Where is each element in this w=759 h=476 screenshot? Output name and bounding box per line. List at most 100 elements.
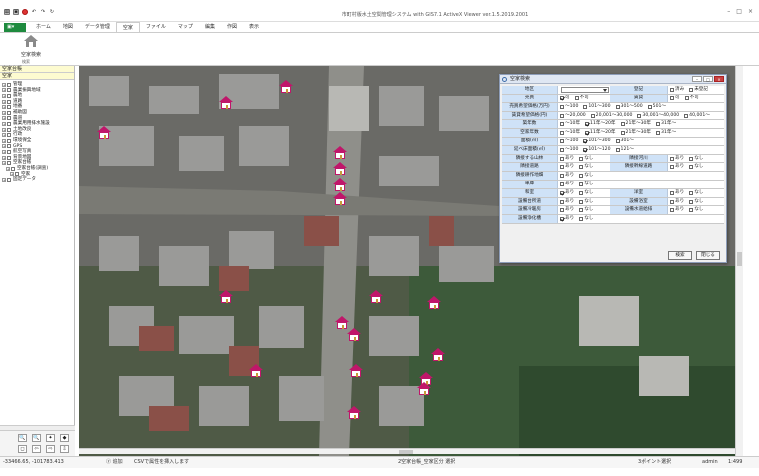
vacant-house-marker-icon[interactable] [369, 290, 383, 304]
criteria-option[interactable]: なし [689, 163, 703, 171]
option-checkbox[interactable] [670, 190, 674, 195]
vacant-house-marker-icon[interactable] [333, 146, 347, 160]
star-icon[interactable]: ✦ [46, 434, 55, 442]
criteria-option[interactable]: 済み [670, 86, 684, 94]
option-checkbox[interactable] [579, 156, 584, 161]
option-checkbox[interactable] [620, 122, 625, 127]
layer-checkbox[interactable] [7, 116, 11, 121]
criteria-option[interactable]: 可 [670, 95, 680, 103]
expand-toggle-icon[interactable]: + [2, 99, 6, 104]
layer-checkbox[interactable] [15, 172, 19, 177]
criteria-option[interactable]: あり [560, 155, 574, 163]
file-tab[interactable]: ▣▾ [4, 22, 26, 32]
expand-toggle-icon[interactable]: + [2, 110, 6, 115]
option-checkbox[interactable] [637, 113, 642, 118]
option-checkbox[interactable] [670, 96, 674, 101]
vacant-house-marker-icon[interactable] [333, 192, 347, 206]
option-checkbox[interactable] [615, 139, 620, 144]
criteria-option[interactable]: ～100 [560, 103, 578, 111]
option-checkbox[interactable] [579, 165, 584, 170]
option-checkbox[interactable] [583, 104, 588, 109]
stop-icon[interactable] [22, 9, 28, 15]
option-checkbox[interactable] [656, 130, 661, 135]
option-checkbox[interactable] [574, 96, 579, 101]
option-checkbox[interactable] [689, 199, 694, 204]
criteria-option[interactable]: 30,001～40,000 [637, 112, 679, 120]
option-checkbox[interactable] [656, 122, 661, 127]
criteria-option[interactable]: なし [689, 189, 703, 197]
redo-icon[interactable]: ↷ [40, 9, 46, 15]
option-checkbox[interactable] [579, 190, 584, 195]
undo-icon[interactable]: ↶ [31, 9, 37, 15]
option-checkbox[interactable] [560, 130, 564, 135]
option-checkbox[interactable] [560, 122, 564, 127]
option-checkbox[interactable] [579, 216, 584, 221]
option-checkbox[interactable] [560, 147, 564, 152]
layer-checkbox[interactable] [7, 99, 11, 104]
option-checkbox[interactable] [585, 130, 590, 135]
option-checkbox[interactable] [579, 208, 584, 213]
criteria-option[interactable]: あり [560, 198, 574, 206]
tab-vacant-house[interactable]: 空家 [115, 22, 140, 32]
expand-toggle-icon[interactable]: + [2, 116, 6, 121]
criteria-option[interactable]: あり [560, 189, 574, 197]
criteria-option[interactable]: あり [560, 181, 574, 189]
vacant-house-marker-icon[interactable] [417, 382, 431, 396]
option-checkbox[interactable] [689, 156, 694, 161]
vacant-house-marker-icon[interactable] [349, 364, 363, 378]
arrow-right-icon[interactable]: ⇨ [46, 445, 55, 453]
layer-checkbox[interactable] [7, 133, 11, 138]
criteria-option[interactable]: なし [579, 181, 593, 189]
criteria-option[interactable]: 101～300 [583, 138, 611, 146]
expand-toggle-icon[interactable]: + [2, 133, 6, 138]
criteria-option[interactable]: なし [579, 163, 593, 171]
criteria-option[interactable]: 可 [560, 95, 570, 103]
vacant-house-marker-icon[interactable] [279, 80, 293, 94]
option-checkbox[interactable] [579, 182, 584, 187]
criteria-option[interactable]: 不可 [684, 95, 699, 103]
layer-checkbox[interactable] [7, 88, 11, 93]
tab-map-view[interactable]: マップ [172, 22, 199, 32]
criteria-option[interactable]: 21年～30年 [620, 129, 651, 137]
option-checkbox[interactable] [620, 130, 625, 135]
option-checkbox[interactable] [670, 199, 674, 204]
tab-map[interactable]: 地図 [57, 22, 79, 32]
layer-checkbox[interactable] [7, 177, 11, 182]
criteria-option[interactable]: 101～300 [583, 103, 611, 111]
criteria-option[interactable]: 21年～30年 [620, 120, 651, 128]
map-horizontal-scrollbar[interactable] [79, 448, 735, 454]
expand-toggle-icon[interactable]: + [2, 144, 6, 149]
vacant-house-marker-icon[interactable] [333, 178, 347, 192]
criteria-option[interactable]: なし [689, 198, 703, 206]
option-checkbox[interactable] [684, 113, 689, 118]
criteria-option[interactable]: なし [689, 206, 703, 214]
layer-checkbox[interactable] [7, 144, 11, 149]
zoom-in-icon[interactable]: 🔍 [18, 434, 27, 442]
refresh-icon[interactable]: ↻ [49, 9, 55, 15]
criteria-option[interactable]: あり [670, 163, 684, 171]
district-select[interactable] [561, 86, 609, 93]
option-checkbox[interactable] [615, 147, 620, 152]
criteria-option[interactable]: あり [670, 198, 684, 206]
expand-toggle-icon[interactable]: + [2, 93, 6, 98]
option-checkbox[interactable] [670, 208, 674, 213]
criteria-option[interactable]: ～20,000 [560, 112, 586, 120]
layer-checkbox[interactable] [7, 105, 11, 110]
layer-checkbox[interactable] [7, 82, 11, 87]
option-checkbox[interactable] [689, 208, 694, 213]
vacant-house-marker-icon[interactable] [249, 364, 263, 378]
layer-checkbox[interactable] [7, 121, 11, 126]
layer-checkbox[interactable] [7, 110, 11, 115]
option-checkbox[interactable] [590, 113, 595, 118]
expand-toggle-icon[interactable]: + [2, 177, 6, 182]
option-checkbox[interactable] [585, 122, 590, 127]
option-checkbox[interactable] [560, 139, 564, 144]
tab-file[interactable]: ファイル [140, 22, 172, 32]
criteria-option[interactable]: あり [560, 163, 574, 171]
criteria-option[interactable]: なし [579, 155, 593, 163]
criteria-option[interactable]: 未登記 [689, 86, 708, 94]
criteria-option[interactable]: 不可 [574, 95, 589, 103]
maximize-icon[interactable]: □ [736, 8, 742, 15]
vacant-house-marker-icon[interactable] [97, 126, 111, 140]
criteria-option[interactable]: あり [670, 206, 684, 214]
